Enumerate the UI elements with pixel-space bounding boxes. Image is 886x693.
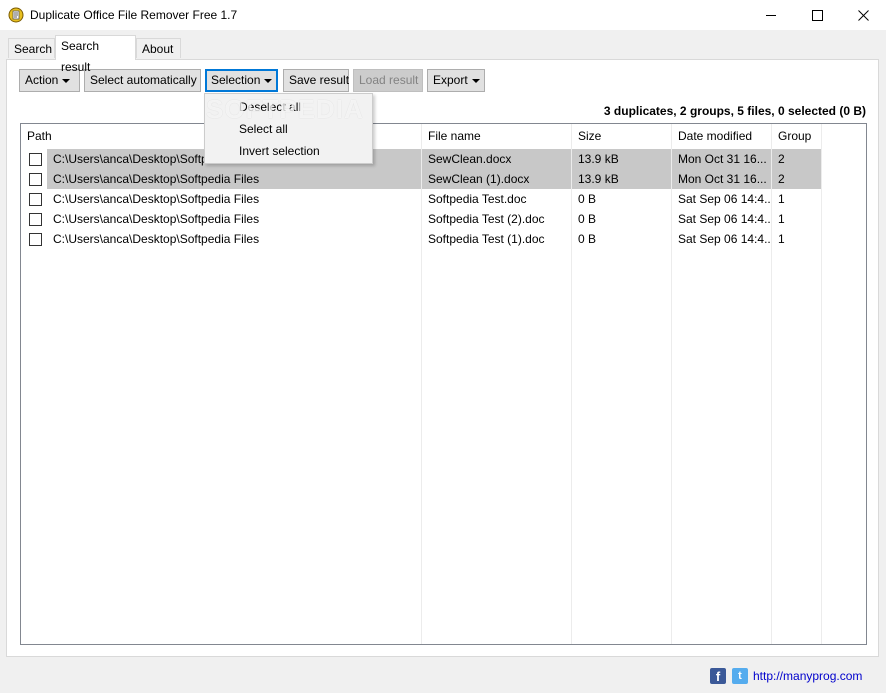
chevron-down-icon [471, 78, 480, 83]
cell-date: Mon Oct 31 16... [672, 169, 771, 189]
cell-path: C:\Users\anca\Desktop\Softpedia Files [53, 192, 260, 206]
close-button[interactable] [840, 0, 886, 30]
menu-item-invert-selection[interactable]: Invert selection [239, 140, 320, 162]
tab-strip: Search Search result About [0, 30, 886, 74]
row-checkbox[interactable] [29, 213, 42, 226]
cell-group: 1 [778, 192, 785, 206]
cell-group: 1 [778, 212, 785, 226]
table-row[interactable]: C:\Users\anca\Desktop\Softpedia Files Sew… [21, 169, 866, 189]
row-checkbox[interactable] [29, 193, 42, 206]
row-checkbox[interactable] [29, 173, 42, 186]
facebook-icon[interactable]: f [710, 668, 726, 684]
load-result-button: Load result [353, 69, 423, 92]
cell-group: 2 [772, 149, 821, 169]
cell-path: C:\Users\anca\Desktop\Softpedia Files [53, 212, 260, 226]
title-bar: Duplicate Office File Remover Free 1.7 [0, 0, 886, 30]
cell-size: 0 B [578, 212, 597, 226]
cell-name: SewClean (1).docx [422, 169, 571, 189]
twitter-icon[interactable]: t [732, 668, 748, 684]
cell-group: 1 [778, 232, 785, 246]
row-checkbox[interactable] [29, 153, 42, 166]
cell-name: SewClean.docx [422, 149, 571, 169]
cell-size: 13.9 kB [572, 169, 671, 189]
action-button-label: Action [25, 73, 59, 87]
minimize-icon [766, 14, 776, 16]
cell-size: 0 B [578, 232, 597, 246]
cell-date: Mon Oct 31 16... [672, 149, 771, 169]
cell-date: Sat Sep 06 14:4... [678, 212, 771, 226]
table-row[interactable]: C:\Users\anca\Desktop\Softpedia Files Sof… [21, 189, 866, 209]
column-header-group[interactable]: Group [772, 124, 822, 149]
website-link[interactable]: http://manyprog.com [753, 669, 862, 683]
table-row[interactable]: C:\Users\anca\Desktop\Softpedia Files Sof… [21, 229, 866, 249]
export-button[interactable]: Export [427, 69, 485, 92]
results-list[interactable]: Path File name Size Date modified Group … [20, 123, 867, 645]
cell-name: Softpedia Test.doc [428, 192, 527, 206]
column-header-date-modified[interactable]: Date modified [672, 124, 772, 149]
export-button-label: Export [433, 73, 468, 87]
maximize-icon [811, 9, 823, 21]
chevron-down-icon [62, 78, 71, 83]
cell-name: Softpedia Test (2).doc [428, 212, 545, 226]
cell-group: 2 [772, 169, 821, 189]
result-summary: 3 duplicates, 2 groups, 5 files, 0 selec… [603, 104, 866, 118]
cell-path: C:\Users\anca\Desktop\Softpedia Files [47, 169, 421, 189]
cell-name: Softpedia Test (1).doc [428, 232, 545, 246]
row-checkbox[interactable] [29, 233, 42, 246]
maximize-button[interactable] [794, 0, 840, 30]
table-row[interactable]: C:\Users\anca\Desktop\Softpedia Files Sew… [21, 149, 866, 169]
cell-size: 0 B [578, 192, 597, 206]
selection-button[interactable]: Selection [205, 69, 278, 92]
save-result-button[interactable]: Save result [283, 69, 349, 92]
chevron-down-icon [264, 78, 273, 83]
column-header-file-name[interactable]: File name [422, 124, 572, 149]
window-title: Duplicate Office File Remover Free 1.7 [30, 8, 238, 22]
tab-about[interactable]: About [136, 38, 181, 58]
app-icon [8, 7, 24, 23]
selection-button-label: Selection [211, 73, 261, 87]
table-row[interactable]: C:\Users\anca\Desktop\Softpedia Files Sof… [21, 209, 866, 229]
cell-date: Sat Sep 06 14:4... [678, 192, 771, 206]
close-icon [857, 9, 869, 21]
watermark: SOFTPEDIA [206, 94, 364, 124]
select-automatically-button[interactable]: Select automatically [84, 69, 201, 92]
cell-path: C:\Users\anca\Desktop\Softpedia Files [53, 232, 260, 246]
column-header-size[interactable]: Size [572, 124, 672, 149]
minimize-button[interactable] [748, 0, 794, 30]
tab-search[interactable]: Search [8, 38, 55, 58]
cell-date: Sat Sep 06 14:4... [678, 232, 771, 246]
tab-search-result[interactable]: Search result [55, 35, 136, 74]
cell-size: 13.9 kB [572, 149, 671, 169]
